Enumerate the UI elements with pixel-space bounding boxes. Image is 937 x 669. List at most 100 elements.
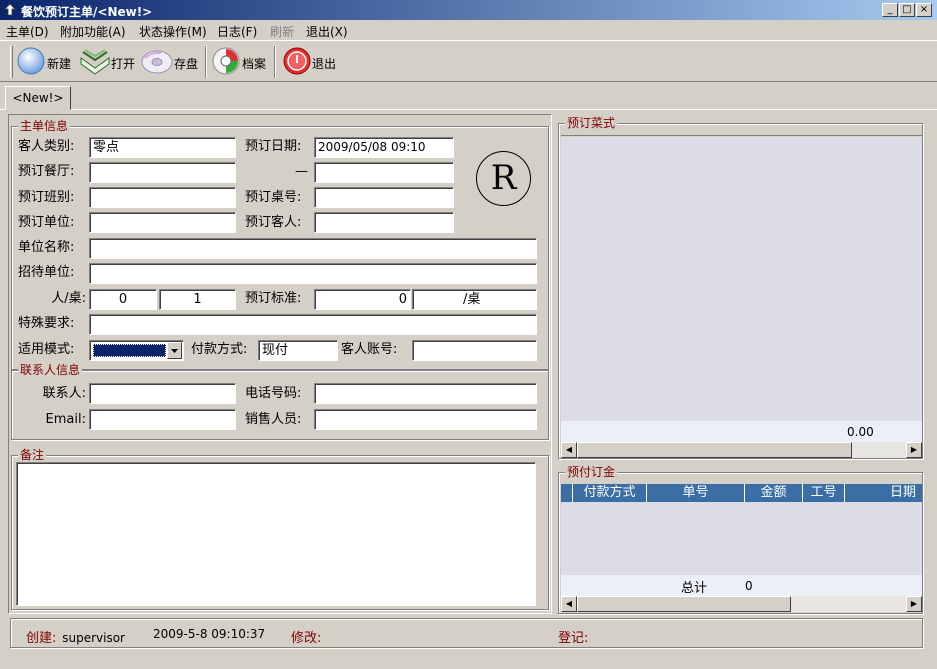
host-unit-field[interactable]	[89, 263, 537, 284]
main-info-title: 主单信息	[18, 119, 71, 133]
booking-date-field[interactable]: 2009/05/08 09:10	[314, 137, 454, 158]
toolbar-grip[interactable]	[10, 46, 13, 78]
tab-new[interactable]: <New!>	[5, 86, 71, 110]
menu-dishes-grid[interactable]	[561, 137, 922, 421]
menu-grid-header	[561, 124, 922, 136]
close-button[interactable]: ×	[916, 3, 932, 17]
column-payment-method[interactable]: 付款方式	[573, 484, 647, 502]
archive-label: 档案	[242, 57, 267, 71]
menu-extra[interactable]: 附加功能(A)	[60, 23, 126, 40]
customer-type-label: 客人类别:	[18, 139, 75, 154]
archive-icon	[212, 47, 240, 75]
menu-bar: 主单(D) 附加功能(A) 状态操作(M) 日志(F) 刷新 退出(X)	[0, 20, 937, 40]
booking-date-label: 预订日期:	[245, 139, 302, 154]
deposit-hscrollbar[interactable]: ◀ ▶	[561, 596, 922, 612]
column-staff-no[interactable]: 工号	[803, 484, 845, 502]
chevron-down-icon	[171, 349, 178, 353]
scroll-right-button[interactable]: ▶	[906, 442, 922, 458]
guest-field[interactable]	[314, 212, 454, 233]
mode-select-value	[93, 344, 166, 357]
tables-field[interactable]: 1	[159, 289, 236, 310]
column-date[interactable]: 日期	[845, 484, 922, 502]
new-doc-icon	[17, 47, 45, 75]
sales-field[interactable]	[314, 409, 537, 430]
menu-exit[interactable]: 退出(X)	[306, 23, 348, 40]
archive-button[interactable]: 档案	[211, 44, 271, 80]
menu-total-row: 0.00	[561, 421, 922, 442]
scroll-left-button[interactable]: ◀	[561, 442, 577, 458]
exit-button[interactable]: 退出	[282, 44, 342, 80]
date-to-field[interactable]	[314, 162, 454, 183]
shift-label: 预订班别:	[18, 190, 75, 205]
menu-status[interactable]: 状态操作(M)	[139, 23, 207, 40]
account-label: 客人账号:	[341, 342, 398, 357]
window-title: 餐饮预订主单/<New!>	[21, 5, 153, 19]
remarks-textarea[interactable]	[16, 462, 536, 606]
customer-type-field[interactable]: 零点	[89, 137, 236, 158]
menu-log[interactable]: 日志(F)	[217, 23, 257, 40]
registered-label: 登记:	[558, 631, 589, 646]
created-user: supervisor	[62, 631, 125, 645]
dropdown-button[interactable]	[167, 342, 182, 359]
grid-row-header	[561, 484, 573, 502]
contact-title: 联系人信息	[18, 363, 83, 377]
sales-label: 销售人员:	[245, 412, 302, 427]
deposit-total-value: 0	[745, 579, 753, 593]
tab-strip: <New!>	[0, 82, 937, 110]
created-time: 2009-5-8 09:10:37	[153, 627, 266, 641]
unit-label: 预订单位:	[18, 215, 75, 230]
standard-label: 预订标准:	[245, 291, 302, 306]
phone-field[interactable]	[314, 383, 537, 404]
shift-field[interactable]	[89, 187, 236, 208]
deposit-grid[interactable]: 付款方式 单号 金额 工号 日期	[561, 484, 922, 575]
deposit-total-row: 总计 0	[561, 575, 922, 596]
account-field[interactable]	[412, 340, 537, 361]
save-disk-icon	[141, 50, 173, 74]
maximize-button[interactable]: □	[899, 3, 915, 17]
unit-name-field[interactable]	[89, 238, 537, 259]
contact-field[interactable]	[89, 383, 236, 404]
column-order-no[interactable]: 单号	[647, 484, 745, 502]
menu-total-value: 0.00	[847, 425, 874, 439]
toolbar-separator	[274, 46, 276, 78]
menu-main[interactable]: 主单(D)	[6, 23, 49, 40]
toolbar: 新建 打开 存盘 档案 退出	[0, 40, 937, 82]
contact-label: 联系人:	[42, 386, 86, 401]
save-button[interactable]: 存盘	[141, 44, 201, 80]
restaurant-field[interactable]	[89, 162, 236, 183]
minimize-button[interactable]: _	[882, 3, 898, 17]
guest-label: 预订客人:	[245, 215, 302, 230]
special-field[interactable]	[89, 314, 537, 335]
payment-field[interactable]: 现付	[258, 340, 338, 361]
registered-info: 登记:	[558, 627, 588, 646]
scroll-right-button[interactable]: ▶	[906, 596, 922, 612]
deposit-total-label: 总计	[681, 581, 708, 596]
menu-refresh[interactable]: 刷新	[270, 23, 294, 40]
created-label: 创建:	[26, 631, 57, 646]
email-field[interactable]	[89, 409, 236, 430]
open-label: 打开	[111, 57, 136, 71]
scroll-left-button[interactable]: ◀	[561, 596, 577, 612]
modified-label: 修改:	[291, 631, 322, 646]
email-label: Email:	[45, 412, 86, 427]
app-icon	[4, 3, 16, 16]
exit-label: 退出	[312, 57, 337, 71]
persons-field[interactable]: 0	[89, 289, 157, 310]
table-no-field[interactable]	[314, 187, 454, 208]
standard-field[interactable]: 0	[314, 289, 411, 310]
exit-power-icon	[283, 47, 311, 75]
mode-label: 适用模式:	[18, 342, 75, 357]
modified-info: 修改:	[291, 627, 321, 646]
open-button[interactable]: 打开	[79, 44, 139, 80]
created-info: 创建: supervisor	[26, 627, 125, 646]
phone-label: 电话号码:	[245, 386, 302, 401]
column-amount[interactable]: 金额	[745, 484, 803, 502]
unit-field[interactable]	[89, 212, 236, 233]
menu-hscrollbar[interactable]: ◀ ▶	[561, 442, 922, 458]
new-button[interactable]: 新建	[16, 44, 76, 80]
scroll-thumb[interactable]	[577, 596, 791, 612]
scroll-thumb[interactable]	[577, 442, 852, 458]
mode-select[interactable]	[89, 340, 184, 361]
table-no-label: 预订桌号:	[245, 190, 302, 205]
standard-unit-field[interactable]: /桌	[412, 289, 537, 310]
